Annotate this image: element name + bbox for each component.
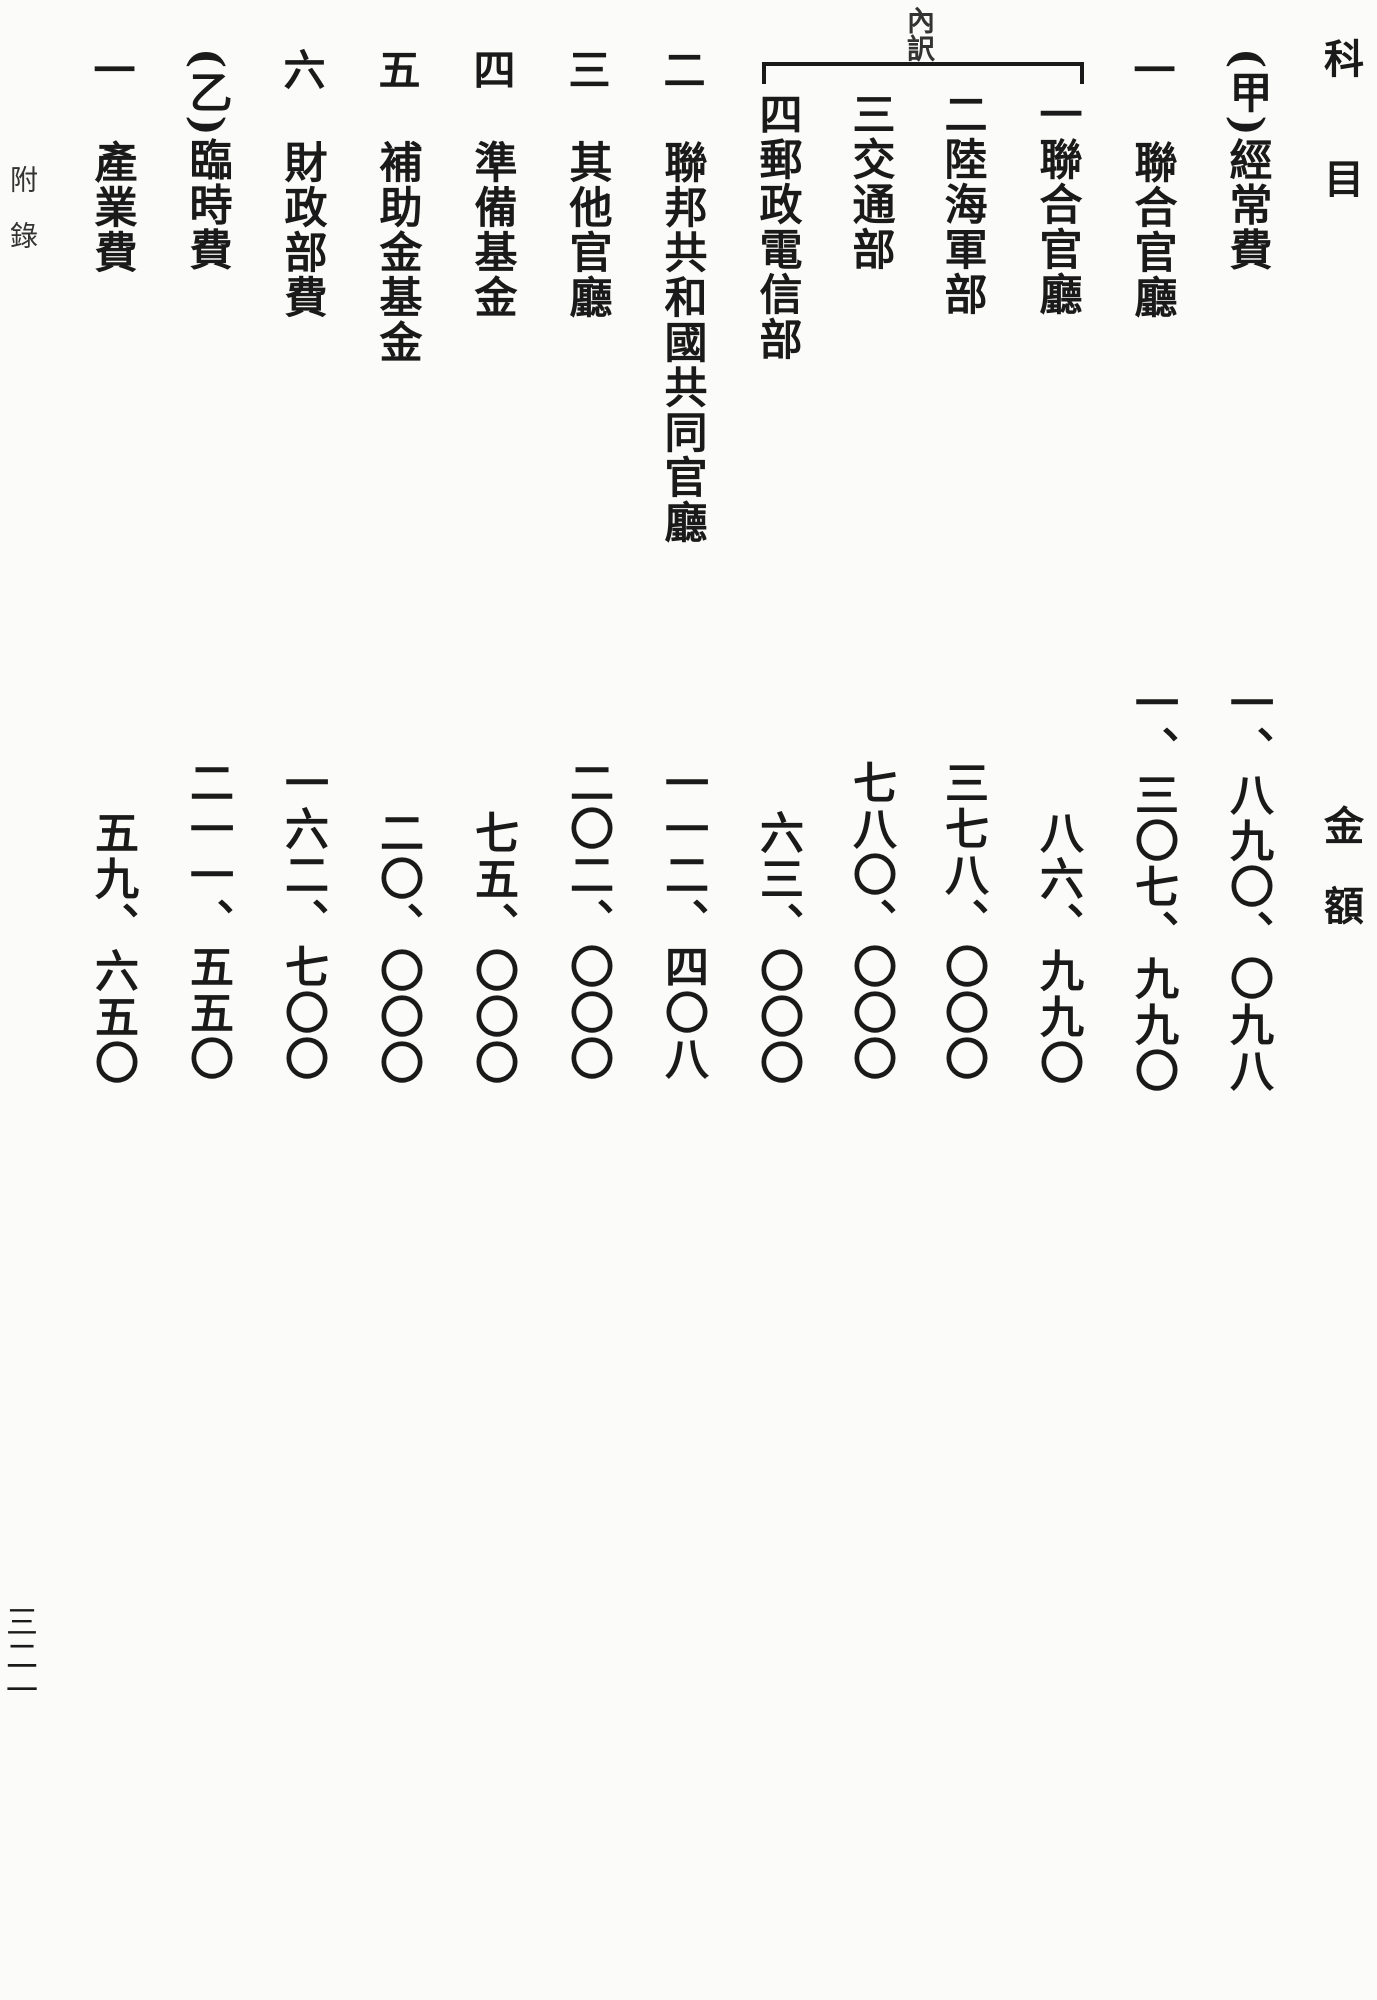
sub-row-label: 二陸海軍部 — [937, 92, 987, 317]
row-amount: 五九、六五〇 — [87, 810, 138, 1086]
row-amount: 二〇二、〇〇〇 — [562, 760, 613, 1082]
row-mark: 三 — [562, 48, 611, 90]
document-page: 科 目 金 額 (甲)經常費 一、八九〇、〇九八 一 聯合官廳 一、三〇七、九九… — [0, 0, 1377, 2000]
sub-row-label: 一聯合官廳 — [1032, 92, 1082, 317]
sub-row-label: 三交通部 — [845, 92, 895, 272]
row-mark: 一 — [87, 48, 136, 90]
row-mark: 六 — [277, 48, 326, 90]
row-amount: 二一一、五五〇 — [182, 760, 233, 1082]
margin-section-label: 附 錄 — [6, 165, 39, 249]
row-amount: 一、三〇七、九九〇 — [1127, 680, 1178, 1094]
row-label: (乙)臨時費 — [182, 48, 232, 273]
row-amount: 六三、〇〇〇 — [752, 810, 803, 1086]
header-kingaku: 金 額 — [1317, 805, 1364, 925]
row-amount: 一一二、四〇八 — [657, 760, 708, 1082]
row-label: 聯邦共和國共同官廳 — [657, 140, 707, 545]
row-label: 準備基金 — [467, 140, 517, 320]
row-mark: 一 — [1127, 48, 1176, 90]
row-mark: 二 — [657, 48, 706, 90]
sub-items-bracket — [762, 62, 1082, 66]
row-mark: 四 — [467, 48, 516, 90]
row-amount: 一六二、七〇〇 — [277, 760, 328, 1082]
row-label: 財政部費 — [277, 140, 327, 320]
row-label: 其他官廳 — [562, 140, 612, 320]
row-amount: 七五、〇〇〇 — [467, 810, 518, 1086]
row-label: 補助金基金 — [372, 140, 422, 365]
bracket-label: 內訳 — [903, 6, 936, 62]
row-mark: 五 — [372, 48, 421, 90]
row-amount: 八六、九九〇 — [1032, 810, 1083, 1086]
header-kamoku: 科 目 — [1317, 38, 1364, 198]
row-amount: 七八〇、〇〇〇 — [845, 760, 896, 1082]
bracket-hook — [762, 62, 766, 84]
row-amount: 一、八九〇、〇九八 — [1222, 680, 1273, 1094]
row-label: 聯合官廳 — [1127, 140, 1177, 320]
row-amount: 三七八、〇〇〇 — [937, 760, 988, 1082]
sub-row-label: 四郵政電信部 — [752, 92, 802, 362]
row-amount: 二〇、〇〇〇 — [372, 810, 423, 1086]
bracket-hook — [1080, 62, 1084, 84]
row-label: (甲)經常費 — [1222, 48, 1272, 273]
row-label: 產業費 — [87, 140, 137, 275]
page-number: 三二一 — [1, 1605, 39, 1707]
